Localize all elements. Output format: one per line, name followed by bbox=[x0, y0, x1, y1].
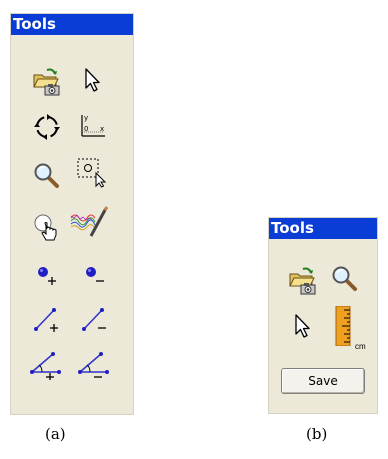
caption-b: (b) bbox=[306, 425, 328, 443]
remove-line-icon[interactable] bbox=[79, 304, 111, 336]
axes-icon[interactable]: y 0 x bbox=[75, 111, 107, 143]
hand-pointer-icon[interactable] bbox=[31, 212, 63, 244]
spectrum-brush-icon[interactable] bbox=[69, 206, 109, 238]
panel-a-title: Tools bbox=[11, 14, 133, 35]
panel-b-title: Tools bbox=[269, 218, 377, 239]
tools-panel-b: Tools cm Save bbox=[268, 217, 378, 414]
save-button[interactable]: Save bbox=[281, 368, 365, 394]
open-folder-camera-icon[interactable] bbox=[287, 263, 319, 295]
magnifier-icon[interactable] bbox=[329, 263, 361, 295]
caption-a: (a) bbox=[45, 425, 66, 443]
add-angle-icon[interactable] bbox=[29, 348, 65, 380]
remove-point-icon[interactable] bbox=[79, 258, 111, 290]
axis-label-y: y bbox=[84, 114, 88, 122]
open-folder-camera-icon[interactable] bbox=[31, 64, 63, 96]
arrow-pointer-icon[interactable] bbox=[77, 64, 109, 96]
tools-panel-a: Tools y 0 x bbox=[10, 13, 134, 415]
axis-label-x: x bbox=[100, 125, 104, 133]
rotate-arrows-icon[interactable] bbox=[31, 111, 63, 143]
magnifier-icon[interactable] bbox=[31, 160, 63, 192]
axis-label-origin: 0 bbox=[84, 125, 88, 133]
arrow-pointer-icon[interactable] bbox=[287, 310, 319, 342]
add-line-icon[interactable] bbox=[31, 304, 63, 336]
remove-angle-icon[interactable] bbox=[77, 348, 113, 380]
ruler-icon[interactable] bbox=[335, 306, 353, 346]
ruler-unit-label: cm bbox=[355, 342, 366, 351]
selection-rectangle-icon[interactable] bbox=[75, 156, 107, 188]
add-point-icon[interactable] bbox=[31, 258, 63, 290]
